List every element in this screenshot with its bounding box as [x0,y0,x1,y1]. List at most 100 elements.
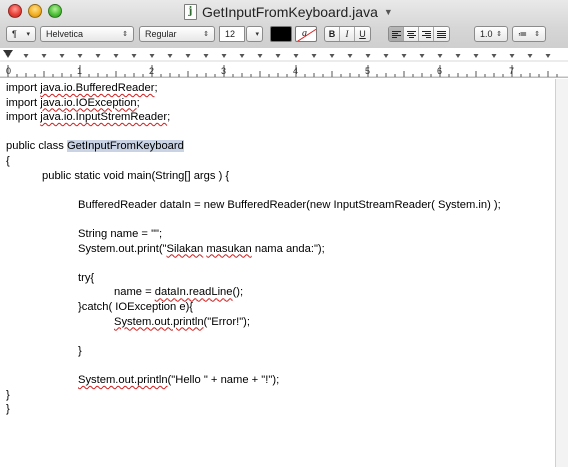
font-size-field[interactable]: 12 [219,26,245,42]
paragraph-icon: ¶ [12,29,17,39]
popup-arrows-icon: ▾ [255,30,259,38]
tab-stop-marker [149,54,155,58]
tab-stop-marker [203,54,209,58]
tab-stop-marker [401,54,407,58]
tab-stop-marker [455,54,461,58]
code-line: import java.io.BufferedReader; [6,82,158,94]
popup-arrows-icon: ▾ [26,30,30,38]
tab-stop-marker [437,54,443,58]
tab-stop-marker [239,54,245,58]
line-spacing-popup[interactable]: 1.0 ⇕ [474,26,508,42]
font-family-popup[interactable]: Helvetica ⇕ [40,26,134,42]
tab-stop-marker [365,54,371,58]
tab-stop-marker [41,54,47,58]
ruler-number: 0 [6,66,12,76]
paragraph-style-popup[interactable]: ¶ ▾ [6,26,36,42]
code-line: { [6,155,10,167]
tab-stop-marker [275,54,281,58]
spellcheck-flagged-word: java.io.BufferedReader [40,82,155,94]
ruler-number: 3 [221,66,227,76]
tab-stop-marker [221,54,227,58]
code-line: import java.io.IOException; [6,96,140,109]
tab-stop-marker [257,54,263,58]
code-line: System.out.println("Error!"); [114,315,251,328]
ruler-number: 7 [509,66,515,76]
font-style-popup[interactable]: Regular ⇕ [139,26,215,42]
close-window-button[interactable] [8,4,22,18]
text-color-well[interactable] [270,26,292,42]
tab-stop-marker [329,54,335,58]
tab-stop-marker [509,54,515,58]
selected-text: GetInputFromKeyboard [66,140,184,153]
zoom-window-button[interactable] [48,4,62,18]
minimize-window-button[interactable] [28,4,42,18]
align-right-icon [421,30,431,38]
spellcheck-flagged-word: dataIn.readLine [154,286,233,299]
code-line: public class GetInputFromKeyboard [6,140,184,153]
code-line: }catch( IOException e){ [78,301,194,313]
code-line: try{ [78,271,95,284]
code-line: String name = ""; [78,228,163,240]
line-spacing-value: 1.0 [480,29,493,39]
font-size-value: 12 [225,29,236,39]
align-center-button[interactable] [404,27,419,41]
tab-stop-marker [293,54,299,58]
ruler-number: 6 [437,66,443,76]
ruler-number: 4 [293,66,299,76]
align-left-button[interactable] [389,27,404,41]
popup-arrows-icon: ⇕ [203,30,209,38]
text-style-buttons: B I U [324,26,371,42]
code-line: name = dataIn.readLine(); [114,286,244,299]
justify-button[interactable] [434,27,449,41]
tab-stop-marker [473,54,479,58]
bold-button[interactable]: B [325,27,340,41]
tab-stop-marker [527,54,533,58]
java-document-icon: j [184,4,197,20]
alignment-buttons [388,26,450,42]
list-style-popup[interactable]: ≔ ⇕ [512,26,546,42]
tab-stop-marker [185,54,191,58]
code-line: System.out.println("Hello " + name + "!"… [78,374,280,386]
code-line: } [78,344,82,357]
justify-icon [437,30,446,38]
tab-stop-marker [77,54,83,58]
ruler-number: 1 [77,66,83,76]
first-line-indent-marker [3,50,13,57]
align-right-button[interactable] [419,27,434,41]
spellcheck-flagged-word: masukan [206,242,252,255]
popup-arrows-icon: ⇕ [496,30,502,38]
ruler-number: 2 [149,66,155,76]
ruler[interactable]: 0 1 2 3 4 5 6 7 [0,48,568,78]
list-bullets-icon: ≔ [518,28,527,39]
font-size-popup[interactable]: ▾ [246,26,263,42]
text-editor[interactable]: import java.io.BufferedReader; import jav… [0,79,555,467]
vertical-scrollbar[interactable] [555,79,568,467]
window-title-area[interactable]: j GetInputFromKeyboard.java ▼ [184,2,393,22]
tab-stop-marker [131,54,137,58]
spellcheck-flagged-word: System.out.println [114,315,204,328]
highlight-color-well[interactable]: a [295,26,317,42]
code-line: System.out.print("Silakan masukan nama a… [78,242,325,255]
tab-stop-marker [545,54,551,58]
underline-button[interactable]: U [355,27,370,41]
align-center-icon [406,30,416,38]
code-line: } [6,403,10,416]
popup-arrows-icon: ⇕ [534,30,540,38]
spellcheck-flagged-word: System.out.println [78,374,168,386]
ruler-number: 5 [365,66,371,76]
code-line: BufferedReader dataIn = new BufferedRead… [78,198,501,211]
italic-button[interactable]: I [340,27,355,41]
tab-stop-marker [113,54,119,58]
align-left-icon [391,30,401,38]
tab-stop-marker [167,54,173,58]
tab-stop-marker [95,54,101,58]
tab-stop-marker [23,54,29,58]
spellcheck-flagged-word: java.io.IOException [40,96,137,109]
code-line: } [6,388,10,401]
tab-stop-marker [491,54,497,58]
ruler-ticks [0,50,568,78]
chevron-down-icon[interactable]: ▼ [384,7,393,17]
spellcheck-flagged-word: java.io.InputStremReader [40,111,168,124]
code-line: public static void main(String[] args ) … [42,169,230,182]
font-family-value: Helvetica [46,29,84,39]
